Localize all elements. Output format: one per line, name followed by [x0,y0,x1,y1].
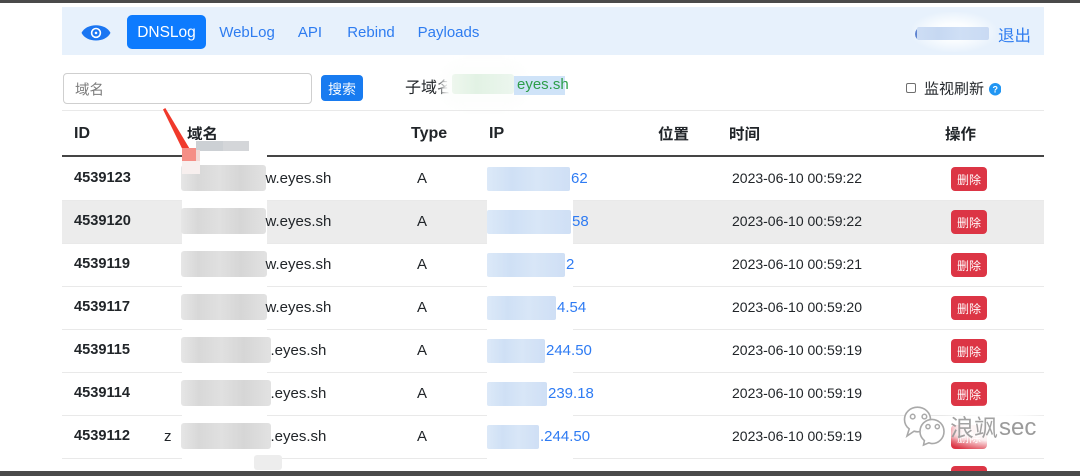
svg-text:?: ? [992,84,998,94]
